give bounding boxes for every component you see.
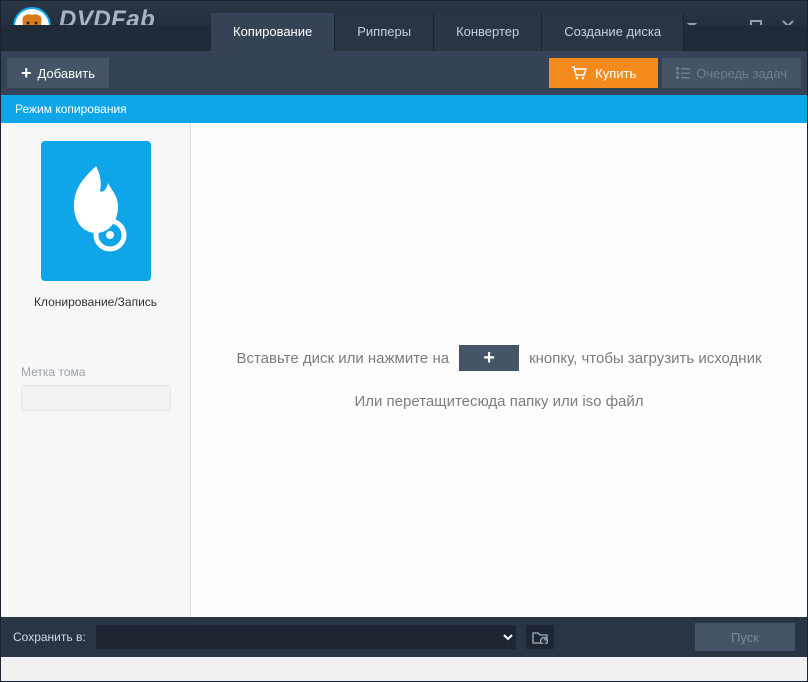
save-to-select[interactable] <box>96 625 516 649</box>
add-button[interactable]: + Добавить <box>7 58 109 88</box>
queue-button[interactable]: Очередь задач <box>662 58 801 88</box>
sidebar: Клонирование/Запись Метка тома <box>1 123 191 617</box>
mode-tile-clone[interactable] <box>41 141 151 281</box>
start-button[interactable]: Пуск <box>695 623 795 651</box>
buy-button-label: Купить <box>595 66 636 81</box>
main-area[interactable]: Вставьте диск или нажмите на + кнопку, ч… <box>191 123 807 617</box>
start-button-label: Пуск <box>731 630 759 645</box>
plus-icon: + <box>483 347 495 370</box>
buy-button[interactable]: Купить <box>549 58 658 88</box>
hint-text-pre: Вставьте диск или нажмите на <box>236 350 449 367</box>
tab-copy[interactable]: Копирование <box>211 13 335 51</box>
add-button-label: Добавить <box>38 66 95 81</box>
hint-text-post: кнопку, чтобы загрузить исходник <box>529 350 761 367</box>
mode-bar-title: Режим копирования <box>15 102 127 116</box>
tab-label: Создание диска <box>564 24 661 39</box>
tab-label: Конвертер <box>456 24 519 39</box>
tab-label: Рипперы <box>357 24 411 39</box>
tab-creator[interactable]: Создание диска <box>542 13 684 51</box>
cart-icon <box>571 66 587 80</box>
mode-bar: Режим копирования <box>1 95 807 123</box>
list-icon <box>676 67 690 79</box>
tab-rippers[interactable]: Рипперы <box>335 13 434 51</box>
volume-input[interactable] <box>21 385 171 411</box>
volume-label: Метка тома <box>21 365 85 379</box>
tab-label: Копирование <box>233 24 312 39</box>
tab-bar: Копирование Рипперы Конвертер Создание д… <box>1 25 807 51</box>
hint-line2: Или перетащитесюда папку или iso файл <box>191 393 807 410</box>
queue-button-label: Очередь задач <box>696 66 787 81</box>
workspace: Клонирование/Запись Метка тома Вставьте … <box>1 123 807 617</box>
toolbar: + Добавить Купить Очередь задач <box>1 51 807 95</box>
plus-icon: + <box>21 63 32 84</box>
save-to-label: Сохранить в: <box>13 630 86 644</box>
add-source-button[interactable]: + <box>459 345 519 371</box>
mode-tile-label: Клонирование/Запись <box>34 295 157 309</box>
tab-converter[interactable]: Конвертер <box>434 13 542 51</box>
footer: Сохранить в: Пуск <box>1 617 807 657</box>
folder-icon <box>532 631 548 644</box>
flame-disc-icon <box>56 161 136 261</box>
drop-hint: Вставьте диск или нажмите на + кнопку, ч… <box>191 345 807 410</box>
browse-folder-button[interactable] <box>526 625 554 649</box>
